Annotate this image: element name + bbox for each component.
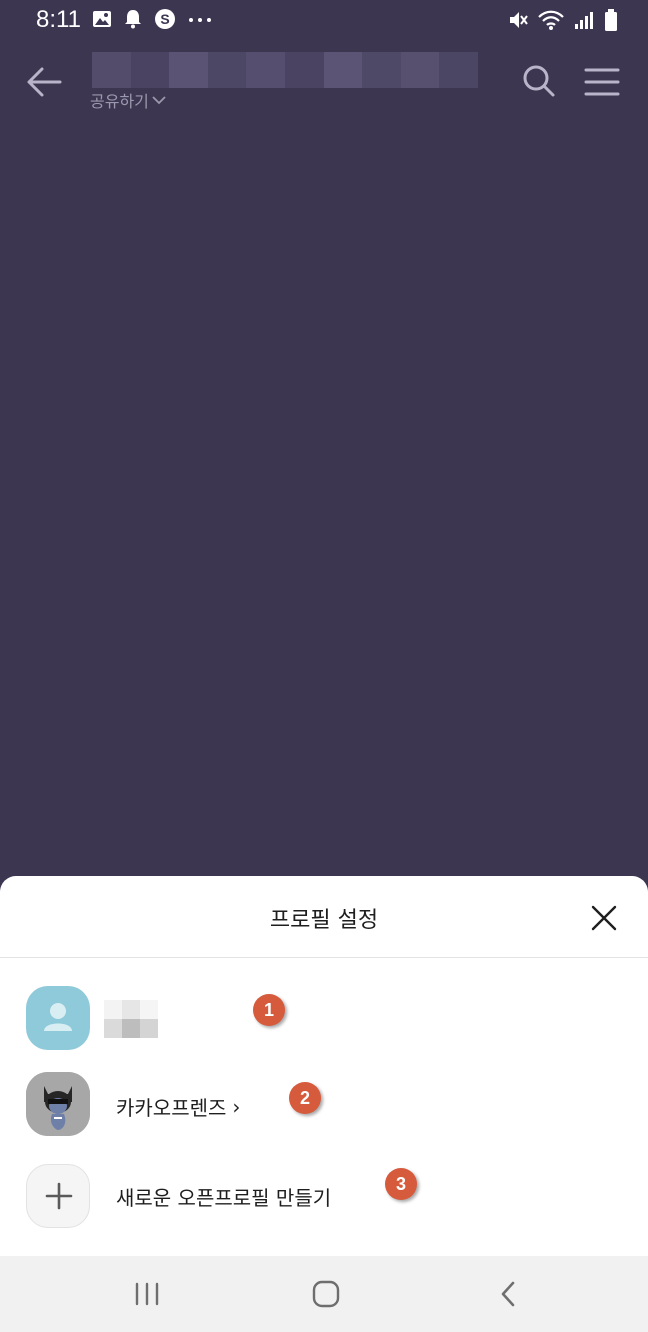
- profile-name-redacted: [104, 1000, 158, 1038]
- status-time: 8:11: [36, 6, 81, 33]
- recent-apps-icon[interactable]: [134, 1282, 160, 1306]
- svg-text:S: S: [160, 11, 169, 27]
- sheet-header: 프로필 설정: [0, 876, 648, 958]
- gallery-icon: [93, 11, 111, 27]
- mute-icon: [510, 12, 528, 28]
- chat-header: 공유하기: [0, 40, 648, 130]
- new-open-profile-label: 새로운 오픈프로필 만들기: [116, 1186, 332, 1210]
- status-right-icons: [508, 8, 618, 32]
- signal-icon: [575, 12, 593, 29]
- sheet-title: 프로필 설정: [269, 908, 379, 933]
- more-dots-icon: [189, 18, 211, 22]
- share-dropdown[interactable]: 공유하기: [90, 88, 167, 112]
- marker-2: 2: [289, 1082, 321, 1114]
- back-icon[interactable]: [498, 1280, 518, 1308]
- close-icon[interactable]: [590, 904, 618, 932]
- plus-icon: [45, 1182, 73, 1210]
- kakao-friends-text: 카카오프렌즈: [116, 1096, 227, 1120]
- home-icon[interactable]: [312, 1280, 340, 1308]
- profile-settings-sheet: 프로필 설정 1 카카오프렌즈 › 2 새로운 오픈프로필 만들기 3: [0, 876, 648, 1256]
- chevron-down-icon: [152, 96, 166, 105]
- share-label: 공유하기: [90, 92, 149, 111]
- kakao-friends-avatar: [26, 1072, 90, 1136]
- battery-icon: [605, 9, 617, 31]
- kakao-friends-label: 카카오프렌즈 ›: [116, 1092, 240, 1121]
- s-app-icon: S: [155, 9, 175, 29]
- menu-icon[interactable]: [584, 66, 620, 98]
- back-arrow-icon[interactable]: [26, 64, 64, 100]
- kakao-friends-profile-row[interactable]: 카카오프렌즈 › 2: [0, 1064, 648, 1144]
- marker-1: 1: [253, 994, 285, 1026]
- default-avatar: [26, 986, 90, 1050]
- search-icon[interactable]: [522, 64, 556, 100]
- marker-3: 3: [385, 1168, 417, 1200]
- chat-title-redacted: [92, 52, 478, 88]
- system-nav-bar: [0, 1256, 648, 1332]
- new-open-profile-row[interactable]: 새로운 오픈프로필 만들기 3: [0, 1156, 648, 1236]
- wifi-icon: [538, 10, 564, 30]
- neo-character-icon: [26, 1072, 90, 1136]
- add-profile-avatar: [26, 1164, 90, 1228]
- default-profile-row[interactable]: 1: [0, 978, 648, 1058]
- person-icon: [44, 1003, 72, 1031]
- chat-area: [0, 130, 648, 876]
- bell-icon: [125, 10, 141, 29]
- chevron-right-icon: ›: [232, 1094, 241, 1119]
- status-bar: 8:11 S: [0, 0, 648, 40]
- status-left-icons: S: [92, 8, 212, 30]
